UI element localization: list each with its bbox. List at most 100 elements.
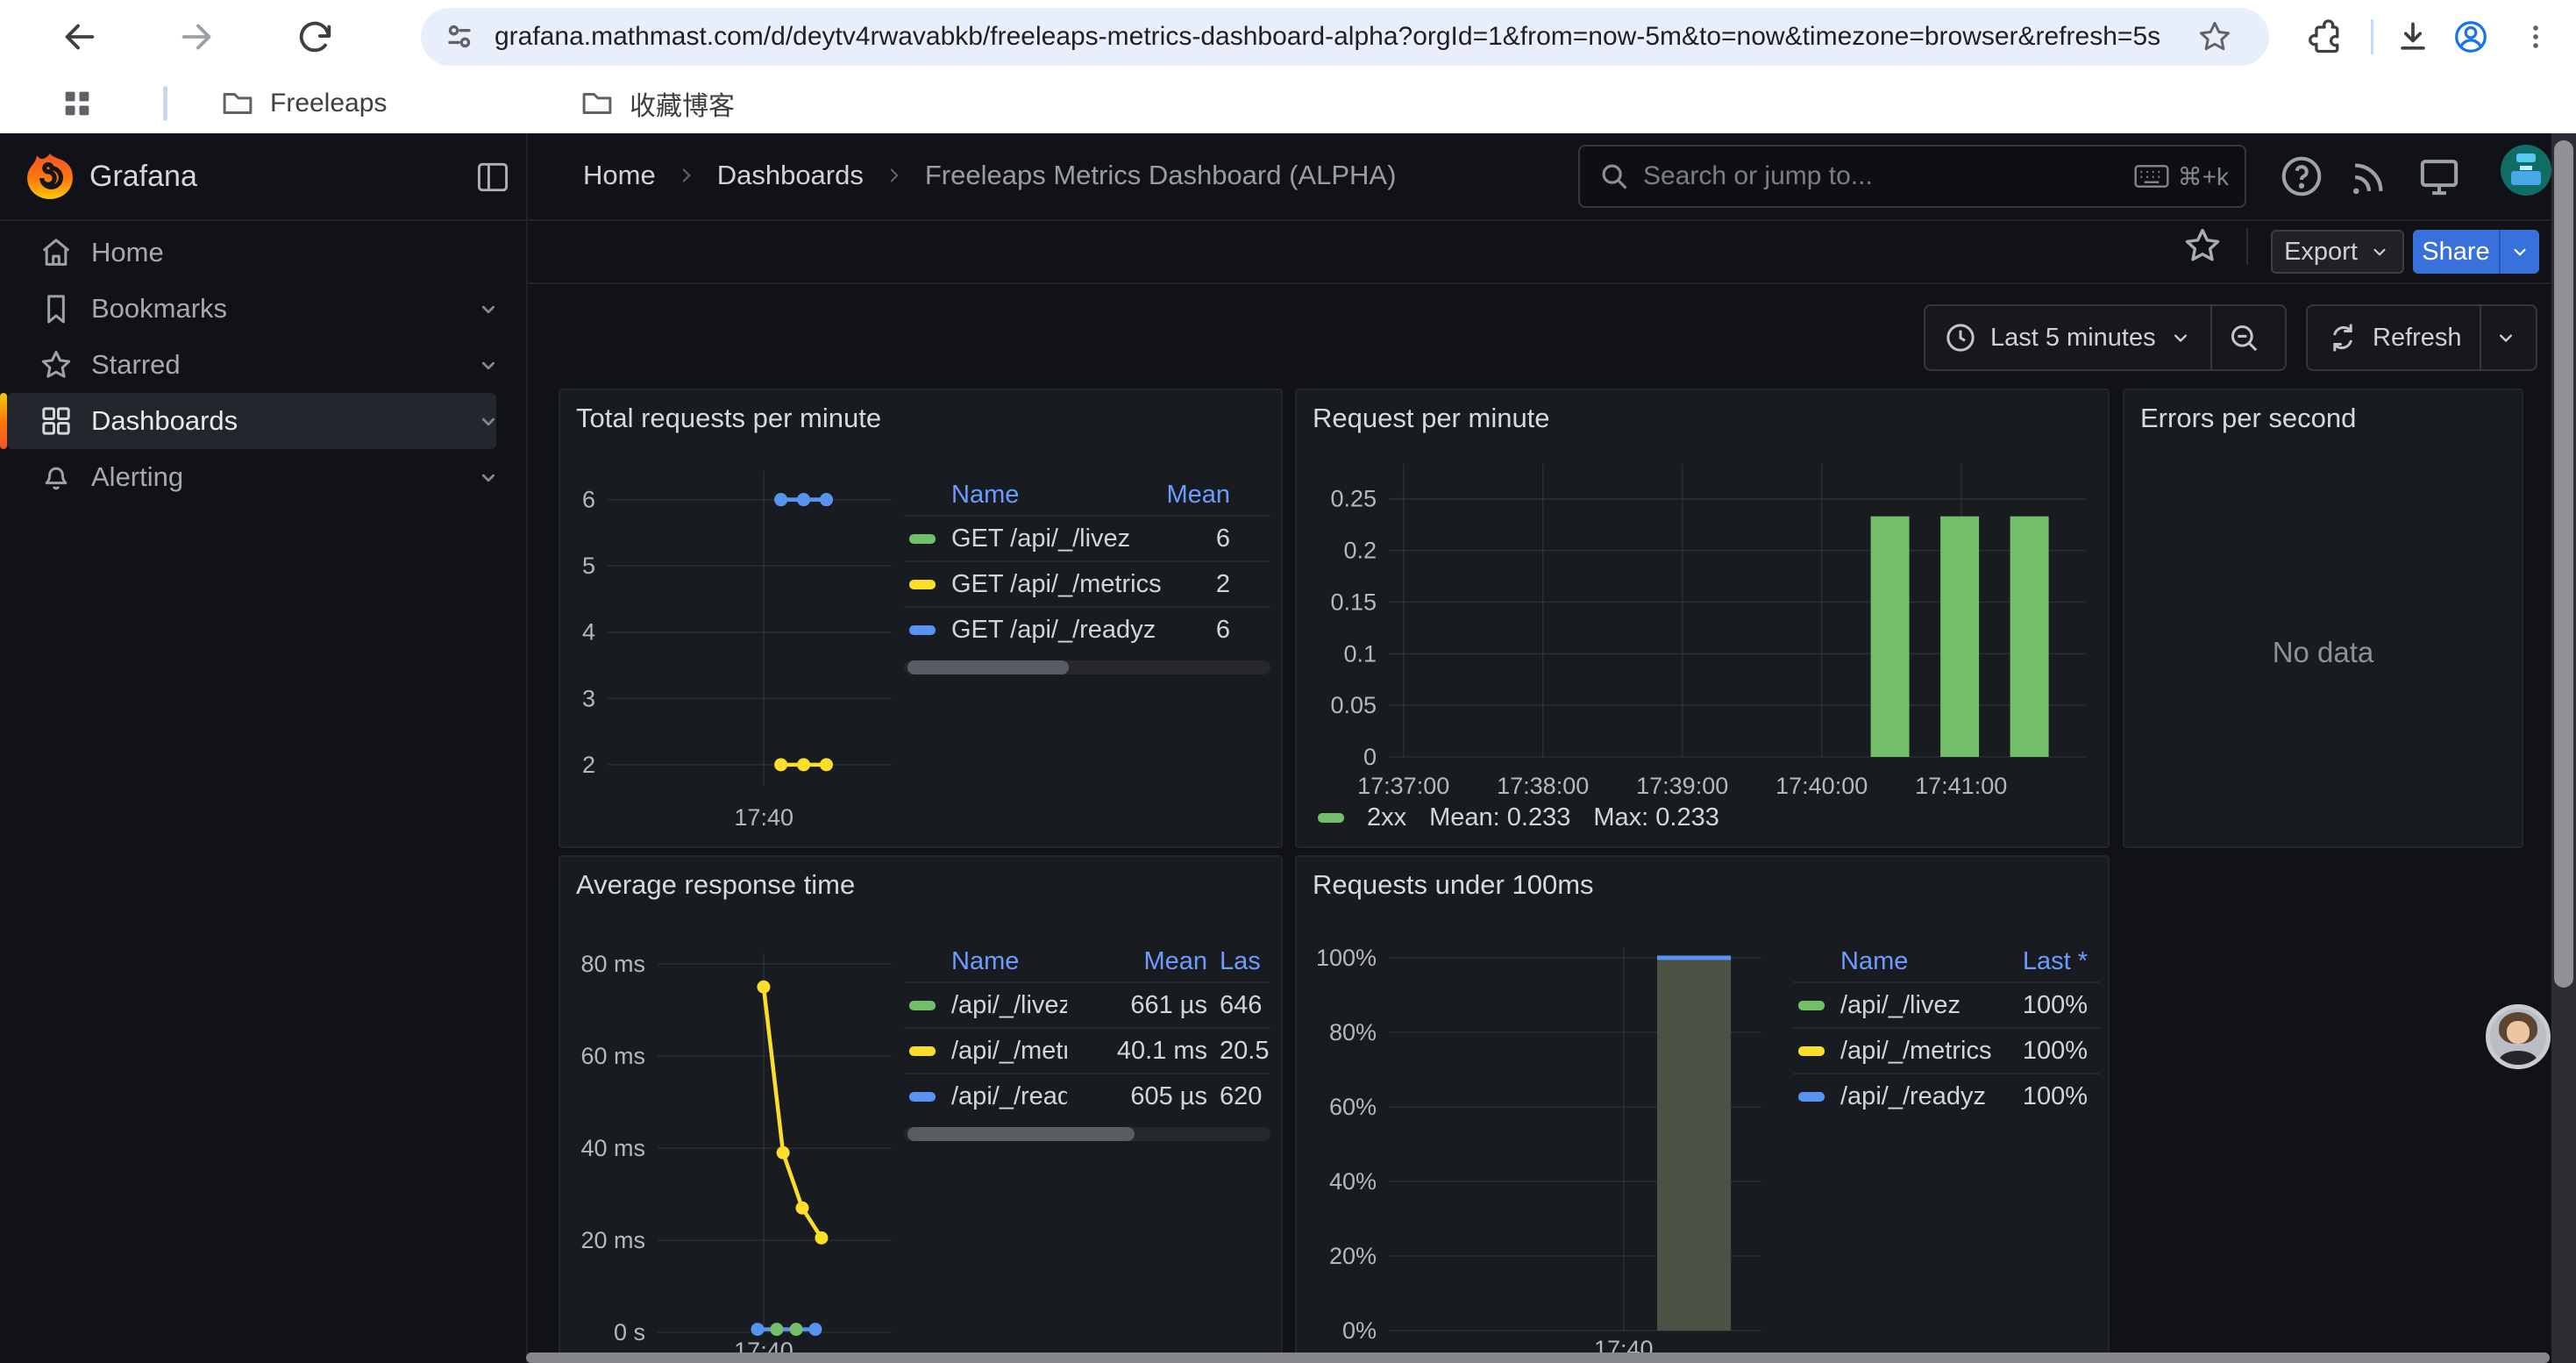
no-data-message: No data	[2124, 636, 2522, 669]
total-requests-chart[interactable]: 6543217:40	[566, 471, 904, 839]
floating-assistant-avatar[interactable]	[2486, 1004, 2551, 1069]
series-color-chip[interactable]	[909, 1001, 936, 1010]
legend-mean-header[interactable]: Mean	[1166, 481, 1230, 510]
brand-name[interactable]: Grafana	[89, 160, 197, 194]
legend-name-header[interactable]: Name	[951, 947, 1067, 976]
series-last: 646	[1207, 991, 1270, 1020]
legend-hscroll-thumb[interactable]	[907, 1127, 1135, 1141]
forward-button[interactable]	[171, 11, 224, 63]
bookmark-folder-freeleaps[interactable]: Freeleaps	[219, 82, 387, 125]
horizontal-scrollbar[interactable]	[526, 1352, 2550, 1363]
legend-hscrollbar[interactable]	[904, 1127, 1270, 1141]
series-name[interactable]: /api/_/readyz	[951, 1082, 1067, 1111]
legend-row: GET /api/_/metrics 2	[904, 560, 1270, 606]
panel-title[interactable]: Total requests per minute	[576, 403, 881, 434]
vertical-scroll-thumb[interactable]	[2554, 140, 2573, 988]
panel-title[interactable]: Request per minute	[1313, 403, 1550, 434]
extensions-button[interactable]	[2299, 11, 2352, 63]
series-color-chip[interactable]	[1318, 813, 1344, 823]
series-max: Max: 0.233	[1593, 803, 1719, 832]
bookmark-folder-blogs[interactable]: 收藏博客	[579, 82, 735, 125]
chevron-down-icon	[473, 295, 503, 325]
bookmark-icon	[39, 291, 74, 326]
series-name[interactable]: /api/_/readyz	[1840, 1082, 2023, 1111]
series-color-chip[interactable]	[1798, 1046, 1825, 1056]
series-name[interactable]: GET /api/_/metrics	[951, 570, 1216, 599]
legend-hscrollbar[interactable]	[904, 660, 1270, 674]
series-color-chip[interactable]	[909, 1046, 936, 1056]
browser-menu-button[interactable]	[2509, 11, 2562, 63]
sidebar-item-dashboards[interactable]: Dashboards	[0, 393, 526, 449]
sidebar-item-bookmarks[interactable]: Bookmarks	[0, 281, 526, 337]
series-color-chip[interactable]	[1798, 1092, 1825, 1102]
legend-last-header[interactable]: Last *	[2023, 947, 2088, 976]
svg-text:0%: 0%	[1342, 1317, 1377, 1344]
panel-title[interactable]: Average response time	[576, 869, 855, 901]
legend-table: Name Mean Las /api/_/livez 661 µs 646 /a…	[904, 941, 1270, 1141]
series-color-chip[interactable]	[909, 534, 936, 544]
series-name[interactable]: GET /api/_/readyz	[951, 616, 1216, 645]
panel-title[interactable]: Requests under 100ms	[1313, 869, 1594, 901]
legend-row: /api/_/readyz 605 µs 620	[904, 1073, 1270, 1118]
address-bar[interactable]: grafana.mathmast.com/d/deytv4rwavabkb/fr…	[421, 8, 2269, 66]
legend-name-header[interactable]: Name	[951, 481, 1019, 510]
series-color-chip[interactable]	[1798, 1001, 1825, 1010]
reload-button[interactable]	[289, 11, 342, 63]
series-name[interactable]: /api/_/metrics	[1840, 1037, 2023, 1066]
legend-row: /api/_/metrics 40.1 ms 20.5 r	[904, 1027, 1270, 1073]
time-range-picker[interactable]: Last 5 minutes	[1925, 306, 2210, 369]
bookmarks-divider	[163, 86, 167, 121]
profile-button[interactable]	[2444, 11, 2497, 63]
search-icon	[1598, 160, 1631, 193]
requests-under-100ms-chart[interactable]: 100%80%60%40%20%0%17:40	[1306, 936, 1797, 1363]
monitor-icon[interactable]	[2416, 153, 2463, 200]
sidebar-item-home[interactable]: Home	[0, 225, 526, 281]
legend-mean-header[interactable]: Mean	[1067, 947, 1207, 976]
help-icon[interactable]	[2278, 153, 2325, 200]
search-input[interactable]: Search or jump to... ⌘+k	[1578, 145, 2246, 208]
grafana-logo[interactable]	[25, 151, 75, 202]
breadcrumb-dashboards[interactable]: Dashboards	[717, 160, 864, 191]
panel-title[interactable]: Errors per second	[2140, 403, 2356, 434]
legend-hscroll-thumb[interactable]	[907, 660, 1069, 674]
favorite-star-icon[interactable]	[2181, 225, 2224, 267]
export-button[interactable]: Export	[2271, 230, 2404, 274]
legend-last-header[interactable]: Las	[1207, 947, 1270, 976]
svg-text:60 ms: 60 ms	[580, 1043, 645, 1069]
chevron-down-icon	[2368, 240, 2391, 263]
share-button[interactable]: Share	[2413, 230, 2499, 274]
downloads-button[interactable]	[2387, 11, 2439, 63]
zoom-out-button[interactable]	[2212, 306, 2275, 369]
series-color-chip[interactable]	[909, 580, 936, 589]
refresh-interval-button[interactable]	[2481, 306, 2530, 369]
series-color-chip[interactable]	[909, 625, 936, 635]
site-settings-icon[interactable]	[440, 18, 479, 56]
forward-icon	[177, 17, 217, 57]
legend-name-header[interactable]: Name	[1840, 947, 1908, 976]
series-name[interactable]: 2xx	[1367, 803, 1406, 832]
legend-row: /api/_/livez 661 µs 646	[904, 981, 1270, 1027]
breadcrumb-home[interactable]: Home	[583, 160, 656, 191]
average-response-time-chart[interactable]: 80 ms60 ms40 ms20 ms0 s17:40	[566, 938, 904, 1363]
apps-shortcut-button[interactable]	[51, 77, 103, 130]
bookmark-star-icon[interactable]	[2195, 18, 2234, 56]
sidebar-item-alerting[interactable]: Alerting	[0, 449, 526, 505]
request-per-minute-chart[interactable]: 0.250.20.150.10.05017:37:0017:38:0017:39…	[1306, 462, 2099, 831]
window: grafana.mathmast.com/d/deytv4rwavabkb/fr…	[0, 0, 2576, 1363]
brand-row: Grafana	[0, 133, 526, 219]
svg-text:5: 5	[582, 553, 595, 579]
vertical-scrollbar[interactable]	[2551, 133, 2576, 1363]
series-name[interactable]: /api/_/metrics	[951, 1037, 1067, 1066]
series-name[interactable]: /api/_/livez	[1840, 991, 2023, 1020]
refresh-button[interactable]: Refresh	[2308, 306, 2480, 369]
folder-icon	[219, 85, 256, 122]
series-color-chip[interactable]	[909, 1092, 936, 1102]
user-avatar[interactable]	[2501, 145, 2551, 196]
back-button[interactable]	[53, 11, 105, 63]
sidebar-item-starred[interactable]: Starred	[0, 337, 526, 393]
series-name[interactable]: GET /api/_/livez	[951, 525, 1216, 553]
series-name[interactable]: /api/_/livez	[951, 991, 1067, 1020]
rss-icon[interactable]	[2346, 153, 2394, 200]
sidebar-toggle-icon[interactable]	[473, 158, 512, 196]
share-menu-button[interactable]	[2499, 230, 2539, 274]
